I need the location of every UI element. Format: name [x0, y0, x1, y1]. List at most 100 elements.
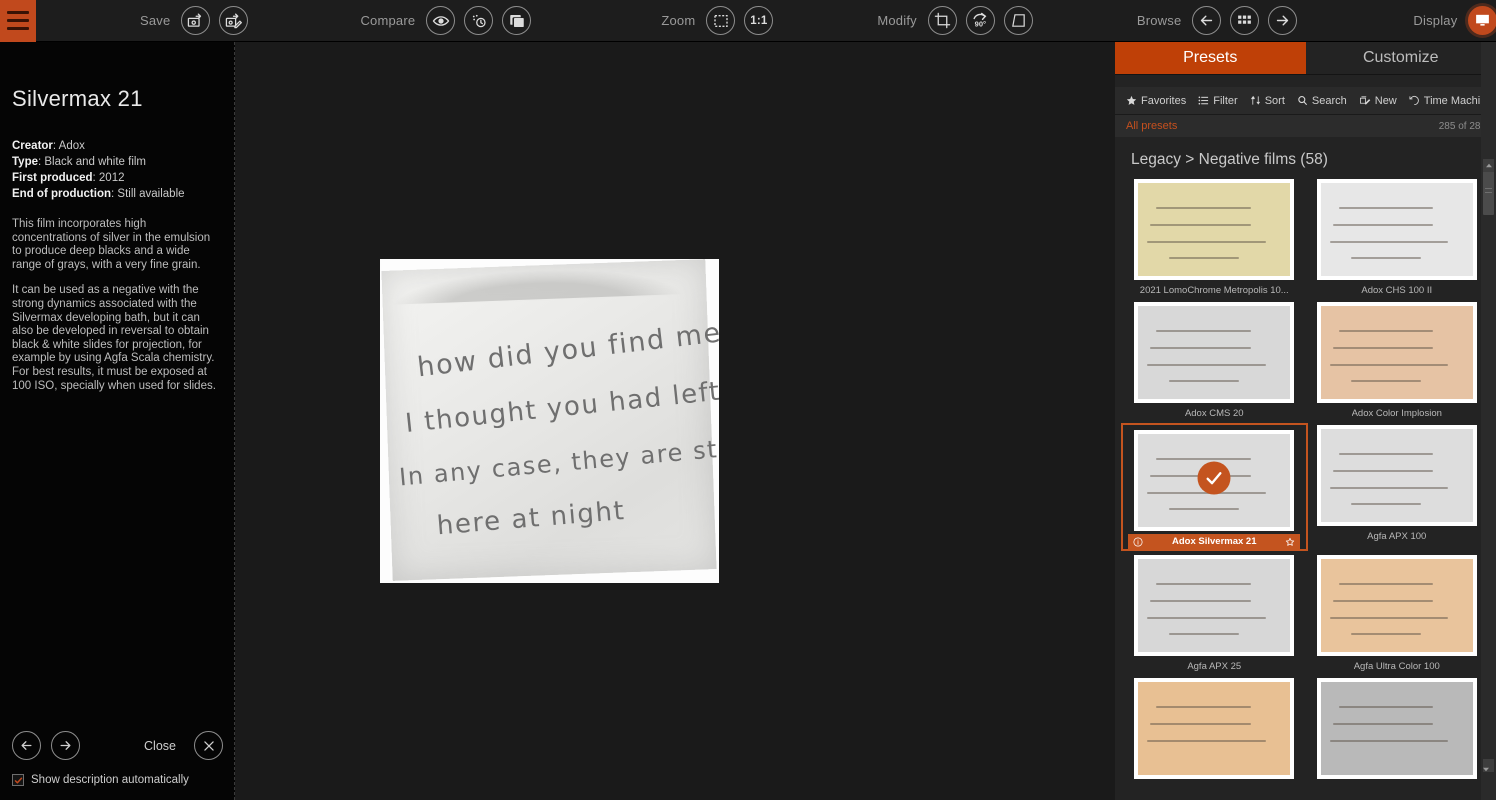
info-next-arrow-right-icon[interactable] [51, 731, 80, 760]
presets-scroll-area[interactable]: Legacy > Negative films (58) 2021 LomoCh… [1115, 137, 1496, 800]
preset-item[interactable] [1306, 678, 1489, 784]
monitor-icon[interactable] [1468, 6, 1496, 35]
toolbar-group-zoom: Zoom 1:1 [661, 0, 774, 42]
save-image-icon[interactable] [181, 6, 211, 35]
toolbar-group-modify: Modify 90° [877, 0, 1033, 42]
close-icon[interactable] [194, 731, 223, 760]
thumbnail-image [1138, 183, 1291, 276]
eye-icon[interactable] [426, 6, 456, 35]
filter-favorites[interactable]: Favorites [1126, 95, 1186, 107]
meta-value-end-of-production: Still available [117, 188, 185, 200]
preset-group-title: Legacy > Negative films (58) [1131, 151, 1328, 168]
perspective-icon[interactable] [1003, 6, 1033, 35]
tab-presets[interactable]: Presets [1115, 42, 1306, 74]
compare-history-icon[interactable] [464, 6, 494, 35]
filter-search[interactable]: Search [1297, 95, 1347, 107]
browse-grid-icon[interactable] [1230, 6, 1260, 35]
preset-item-selected[interactable]: Adox Silvermax 21 [1121, 423, 1308, 551]
meta-row-type: Type: Black and white film [12, 156, 147, 168]
preset-thumbnail [1316, 555, 1477, 656]
preset-item[interactable]: Adox CHS 100 II [1306, 179, 1489, 296]
crop-icon[interactable] [927, 6, 957, 35]
presets-tabs: Presets Customize [1115, 42, 1496, 75]
meta-key-creator: Creator [12, 140, 53, 152]
thumbnail-image [1138, 559, 1291, 652]
meta-value-creator: Adox [58, 140, 85, 152]
page-title: Silvermax 21 [12, 86, 143, 111]
thumbnail-image [1320, 682, 1473, 775]
info-panel-nav: Close [12, 731, 223, 774]
selected-preset-label: Adox Silvermax 21 [1172, 536, 1257, 547]
description-paragraph: It can be used as a negative with the st… [12, 284, 216, 392]
all-presets-bar: All presets 285 of 285 [1115, 115, 1496, 137]
filter-filter-label: Filter [1213, 94, 1238, 107]
presets-filter-bar: Favorites Filter Sort Search New Time Ma… [1115, 87, 1496, 115]
zoom-ratio-label: 1:1 [750, 14, 768, 27]
meta-value-type: Black and white film [44, 156, 147, 168]
film-info-panel: Silvermax 21 Creator: Adox Type: Black a… [0, 42, 235, 800]
preset-item[interactable]: Agfa Ultra Color 100 [1306, 555, 1489, 672]
search-icon [1298, 96, 1307, 105]
rotate-90-icon[interactable]: 90° [965, 6, 995, 35]
filter-new[interactable]: New [1359, 95, 1397, 107]
toolbar-group-modify-label: Modify [877, 13, 917, 28]
thumbnail-image [1320, 183, 1473, 276]
image-canvas[interactable]: how did you find me? I thought you had l… [235, 42, 1115, 800]
filter-sort-label: Sort [1264, 94, 1285, 107]
tab-customize[interactable]: Customize [1306, 42, 1496, 74]
toolbar-group-save-label: Save [140, 13, 171, 28]
note-line: I thought you had left. [403, 375, 719, 440]
new-preset-icon [1359, 96, 1371, 105]
filter-time-machine[interactable]: Time Machine [1409, 95, 1492, 107]
preview-photo[interactable]: how did you find me? I thought you had l… [380, 259, 719, 583]
note-line: how did you find me? [415, 315, 719, 384]
preset-label: Adox CHS 100 II [1361, 285, 1433, 296]
application-window: Save Compare Zoom 1:1 Modify 90° Browse … [0, 0, 1496, 800]
compare-images-icon[interactable] [502, 6, 532, 35]
meta-key-first-produced: First produced [12, 172, 93, 184]
info-previous-arrow-left-icon[interactable] [12, 731, 41, 760]
zoom-ratio-button[interactable]: 1:1 [744, 6, 774, 35]
info-panel-footer: Close Show description automatically [0, 731, 235, 800]
preset-label: Agfa APX 25 [1187, 661, 1242, 672]
scrollbar-grip [1485, 188, 1492, 189]
preset-item[interactable]: Adox CMS 20 [1123, 302, 1306, 419]
preset-label: Agfa APX 100 [1367, 531, 1427, 542]
hamburger-menu-icon[interactable] [0, 0, 36, 42]
presets-scrollbar[interactable] [1481, 42, 1496, 800]
show-description-row[interactable]: Show description automatically [12, 774, 223, 792]
all-presets-label[interactable]: All presets [1126, 120, 1177, 132]
scrollbar-down-arrow-icon[interactable] [1483, 759, 1494, 772]
fit-to-screen-icon[interactable] [706, 6, 736, 35]
save-edit-icon[interactable] [219, 6, 249, 35]
filter-filter[interactable]: Filter [1198, 94, 1238, 107]
presets-panel: Presets Customize Favorites Filter Sort … [1115, 42, 1496, 800]
filter-new-label: New [1374, 94, 1397, 107]
filter-favorites-label: Favorites [1141, 94, 1187, 107]
film-metadata: Creator: Adox Type: Black and white film… [0, 112, 234, 202]
preset-item[interactable]: Adox Color Implosion [1306, 302, 1489, 419]
browse-next-arrow-right-icon[interactable] [1268, 6, 1298, 35]
show-description-checkbox[interactable] [12, 774, 24, 786]
info-icon[interactable] [1133, 536, 1143, 547]
browse-previous-arrow-left-icon[interactable] [1192, 6, 1222, 35]
scrollbar-up-arrow-icon[interactable] [1483, 159, 1494, 172]
preset-item[interactable]: Agfa APX 25 [1123, 555, 1306, 672]
preset-label: 2021 LomoChrome Metropolis 10... [1139, 285, 1289, 296]
preset-item[interactable] [1123, 678, 1306, 784]
preset-thumbnail [1134, 678, 1295, 779]
preset-item[interactable]: 2021 LomoChrome Metropolis 10... [1123, 179, 1306, 296]
presets-grid: 2021 LomoChrome Metropolis 10... Adox CH… [1115, 169, 1496, 784]
preset-item[interactable]: Agfa APX 100 [1306, 425, 1489, 549]
thumbnail-image [1320, 306, 1473, 399]
meta-value-first-produced: 2012 [98, 172, 125, 184]
meta-row-creator: Creator: Adox [12, 140, 85, 152]
scrollbar-grip [1485, 192, 1492, 193]
preset-label: Adox CMS 20 [1184, 408, 1244, 419]
preset-thumbnail [1316, 678, 1477, 779]
star-outline-icon[interactable] [1285, 537, 1295, 547]
preset-label: Agfa Ultra Color 100 [1353, 661, 1440, 672]
thumbnail-image [1138, 306, 1291, 399]
preset-thumbnail [1316, 425, 1477, 526]
filter-sort[interactable]: Sort [1250, 95, 1285, 107]
